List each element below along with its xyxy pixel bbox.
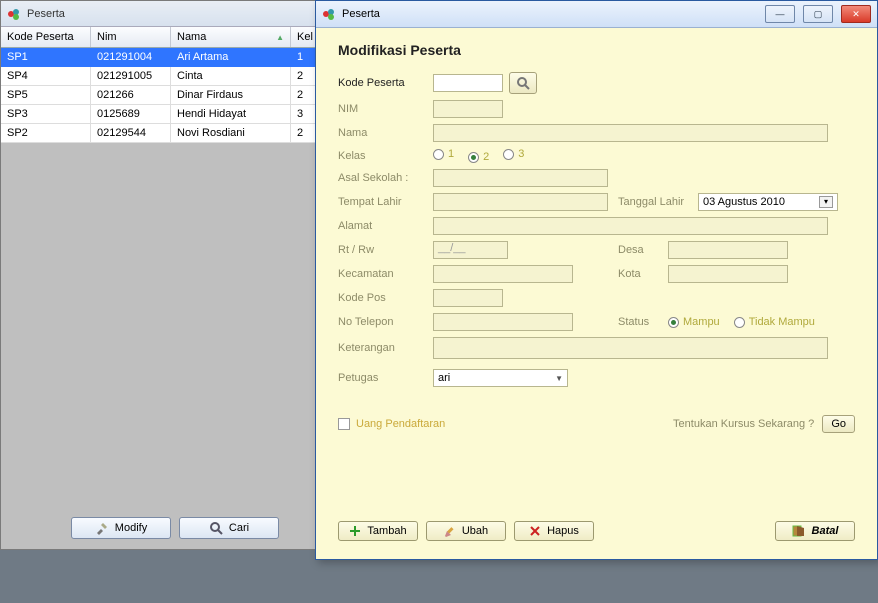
cell-nama: Hendi Hidayat — [171, 105, 291, 124]
cell-nama: Cinta — [171, 67, 291, 86]
kecamatan-input — [433, 265, 573, 283]
front-window-title: Peserta — [342, 8, 380, 20]
asal-input — [433, 169, 608, 187]
front-window-titlebar[interactable]: Peserta — ▢ ✕ — [316, 1, 877, 28]
cell-kode: SP5 — [1, 86, 91, 105]
cell-kode: SP2 — [1, 124, 91, 143]
hapus-button[interactable]: Hapus — [514, 521, 594, 541]
cell-nim: 021291005 — [91, 67, 171, 86]
cell-nim: 021291004 — [91, 48, 171, 67]
col-nim[interactable]: Nim — [91, 27, 171, 47]
label-alamat: Alamat — [338, 220, 433, 232]
kursus-prompt: Tentukan Kursus Sekarang ? — [673, 418, 814, 430]
kota-input — [668, 265, 788, 283]
notelp-input — [433, 313, 573, 331]
petugas-combo[interactable]: ari ▼ — [433, 369, 568, 387]
rtrw-input: __/__ — [433, 241, 508, 259]
search-icon — [516, 76, 530, 90]
label-nim: NIM — [338, 103, 433, 115]
tempat-lahir-input — [433, 193, 608, 211]
cell-nama: Dinar Firdaus — [171, 86, 291, 105]
label-petugas: Petugas — [338, 372, 433, 384]
label-nama: Nama — [338, 127, 433, 139]
back-window-title: Peserta — [27, 8, 65, 20]
cell-nama: Ari Artama — [171, 48, 291, 67]
col-kode[interactable]: Kode Peserta — [1, 27, 91, 47]
cari-button[interactable]: Cari — [179, 517, 279, 539]
label-kode: Kode Peserta — [338, 77, 433, 89]
x-icon — [529, 525, 541, 537]
alamat-input — [433, 217, 828, 235]
col-nama[interactable]: Nama▲ — [171, 27, 291, 47]
chevron-down-icon: ▼ — [555, 374, 563, 383]
kode-input[interactable] — [433, 74, 503, 92]
label-desa: Desa — [608, 244, 668, 256]
label-kota: Kota — [608, 268, 668, 280]
desa-input — [668, 241, 788, 259]
label-kodepos: Kode Pos — [338, 292, 433, 304]
label-kecamatan: Kecamatan — [338, 268, 433, 280]
label-rtrw: Rt / Rw — [338, 244, 433, 256]
minimize-button[interactable]: — — [765, 5, 795, 23]
kelas-radio-2[interactable]: 2 — [468, 151, 489, 163]
cell-nim: 021266 — [91, 86, 171, 105]
cell-nim: 0125689 — [91, 105, 171, 124]
sort-asc-icon: ▲ — [276, 33, 284, 42]
keterangan-input — [433, 337, 828, 359]
app-icon — [322, 7, 336, 21]
kodepos-input — [433, 289, 503, 307]
lookup-kode-button[interactable] — [509, 72, 537, 94]
cell-kode: SP3 — [1, 105, 91, 124]
plus-icon — [349, 525, 361, 537]
label-tgllahir: Tanggal Lahir — [608, 196, 698, 208]
label-kelas: Kelas — [338, 150, 433, 162]
kelas-radio-1[interactable]: 1 — [433, 148, 454, 160]
cell-kode: SP4 — [1, 67, 91, 86]
label-keterangan: Keterangan — [338, 342, 433, 354]
search-icon — [209, 521, 223, 535]
label-notelp: No Telepon — [338, 316, 433, 328]
date-value: 03 Agustus 2010 — [703, 196, 785, 208]
status-tidak-mampu-radio[interactable]: Tidak Mampu — [734, 316, 815, 328]
nama-input — [433, 124, 828, 142]
go-button[interactable]: Go — [822, 415, 855, 433]
nim-input — [433, 100, 503, 118]
cell-nama: Novi Rosdiani — [171, 124, 291, 143]
uang-pendaftaran-checkbox[interactable]: Uang Pendaftaran — [338, 418, 445, 430]
maximize-button[interactable]: ▢ — [803, 5, 833, 23]
tools-icon — [95, 521, 109, 535]
tambah-button[interactable]: Tambah — [338, 521, 418, 541]
label-tmplahir: Tempat Lahir — [338, 196, 433, 208]
modify-button[interactable]: Modify — [71, 517, 171, 539]
door-icon — [792, 525, 806, 537]
cell-nim: 02129544 — [91, 124, 171, 143]
close-button[interactable]: ✕ — [841, 5, 871, 23]
label-asal: Asal Sekolah : — [338, 172, 433, 184]
petugas-value: ari — [438, 372, 450, 384]
tanggal-lahir-picker[interactable]: 03 Agustus 2010 ▾ — [698, 193, 838, 211]
form-heading: Modifikasi Peserta — [338, 42, 855, 58]
app-icon — [7, 7, 21, 21]
modifikasi-peserta-window: Peserta — ▢ ✕ Modifikasi Peserta Kode Pe… — [315, 0, 878, 560]
cell-kode: SP1 — [1, 48, 91, 67]
pencil-icon — [444, 525, 456, 537]
ubah-button[interactable]: Ubah — [426, 521, 506, 541]
status-mampu-radio[interactable]: Mampu — [668, 316, 720, 328]
calendar-dropdown-icon[interactable]: ▾ — [819, 196, 833, 208]
batal-button[interactable]: Batal — [775, 521, 855, 541]
label-status: Status — [608, 316, 668, 328]
kelas-radio-3[interactable]: 3 — [503, 148, 524, 160]
